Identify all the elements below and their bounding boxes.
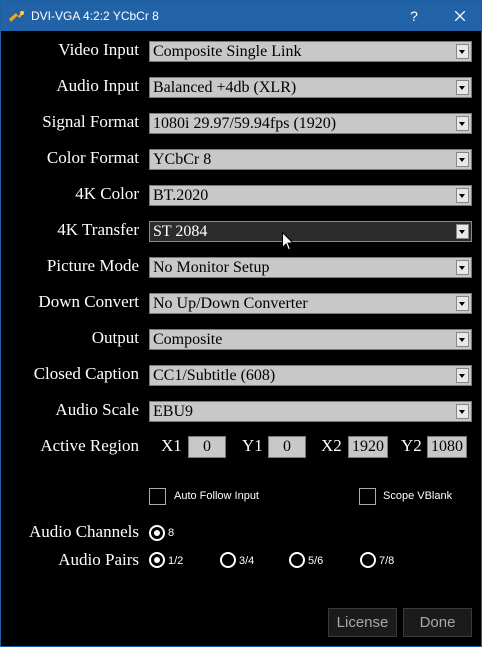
scope-vblank-checkbox[interactable] <box>359 488 376 505</box>
auto-follow-input-checkbox[interactable] <box>149 488 166 505</box>
closed-caption-label: Closed Caption <box>33 364 139 383</box>
x2-label: X2 <box>321 436 342 455</box>
4k-transfer-select[interactable]: ST 2084 <box>149 221 472 242</box>
chevron-down-icon[interactable] <box>456 152 469 167</box>
close-button[interactable] <box>445 1 475 31</box>
y1-field[interactable]: 0 <box>268 436 306 458</box>
down-convert-select[interactable]: No Up/Down Converter <box>149 293 472 314</box>
x2-field[interactable]: 1920 <box>348 436 388 458</box>
picture-mode-value: No Monitor Setup <box>153 259 270 276</box>
audio-pairs-radio-3-4[interactable] <box>220 552 236 568</box>
mouse-cursor-icon <box>282 232 294 251</box>
down-convert-value: No Up/Down Converter <box>153 295 308 312</box>
chevron-down-icon[interactable] <box>456 296 469 311</box>
x1-field[interactable]: 0 <box>188 436 226 458</box>
done-button[interactable]: Done <box>403 608 472 637</box>
4k-transfer-label: 4K Transfer <box>57 220 139 239</box>
audio-input-label: Audio Input <box>56 76 139 95</box>
auto-follow-input-label: Auto Follow Input <box>174 490 259 502</box>
chevron-down-icon[interactable] <box>456 404 469 419</box>
audio-pairs-option-label: 3/4 <box>239 555 255 567</box>
chevron-down-icon[interactable] <box>456 80 469 95</box>
picture-mode-label: Picture Mode <box>46 256 139 275</box>
color-format-label: Color Format <box>46 148 139 167</box>
closed-caption-select[interactable]: CC1/Subtitle (608) <box>149 365 472 386</box>
4k-transfer-value: ST 2084 <box>153 223 208 240</box>
chevron-down-icon[interactable] <box>456 188 469 203</box>
4k-color-label: 4K Color <box>75 184 139 203</box>
signal-format-value: 1080i 29.97/59.94fps (1920) <box>153 115 337 132</box>
audio-scale-select[interactable]: EBU9 <box>149 401 472 422</box>
license-button[interactable]: License <box>328 608 397 637</box>
help-button[interactable]: ? <box>399 1 429 31</box>
y2-label: Y2 <box>401 436 422 455</box>
title-bar: DVI-VGA 4:2:2 YCbCr 8 ? <box>1 1 481 31</box>
x1-label: X1 <box>161 436 182 455</box>
audio-pairs-option-label: 1/2 <box>168 555 184 567</box>
audio-input-select[interactable]: Balanced +4db (XLR) <box>149 77 472 98</box>
chevron-down-icon[interactable] <box>456 44 469 59</box>
down-convert-label: Down Convert <box>38 292 139 311</box>
output-select[interactable]: Composite <box>149 329 472 350</box>
picture-mode-select[interactable]: No Monitor Setup <box>149 257 472 278</box>
signal-format-select[interactable]: 1080i 29.97/59.94fps (1920) <box>149 113 472 134</box>
color-format-value: YCbCr 8 <box>153 151 212 168</box>
audio-scale-label: Audio Scale <box>55 400 139 419</box>
output-value: Composite <box>153 331 223 348</box>
audio-pairs-option-label: 7/8 <box>379 555 395 567</box>
closed-caption-value: CC1/Subtitle (608) <box>153 367 276 384</box>
color-format-select[interactable]: YCbCr 8 <box>149 149 472 170</box>
dialog-window: DVI-VGA 4:2:2 YCbCr 8 ? Video Input Comp… <box>0 0 482 647</box>
app-logo-icon <box>9 10 25 22</box>
chevron-down-icon[interactable] <box>456 260 469 275</box>
signal-format-label: Signal Format <box>42 112 139 131</box>
audio-pairs-option-label: 5/6 <box>308 555 324 567</box>
scope-vblank-label: Scope VBlank <box>383 490 453 502</box>
video-input-label: Video Input <box>58 40 139 59</box>
audio-channels-radio-8[interactable] <box>149 525 165 541</box>
4k-color-select[interactable]: BT.2020 <box>149 185 472 206</box>
active-region-label: Active Region <box>40 436 139 455</box>
chevron-down-icon[interactable] <box>456 116 469 131</box>
4k-color-value: BT.2020 <box>153 187 209 204</box>
video-input-select[interactable]: Composite Single Link <box>149 41 472 62</box>
y2-field[interactable]: 1080 <box>427 436 467 458</box>
audio-channels-label: Audio Channels <box>28 522 139 541</box>
audio-pairs-label: Audio Pairs <box>58 550 139 569</box>
output-label: Output <box>91 328 139 347</box>
audio-channels-option-label: 8 <box>168 527 175 539</box>
window-title: DVI-VGA 4:2:2 YCbCr 8 <box>31 9 159 23</box>
close-icon <box>455 11 465 21</box>
audio-scale-value: EBU9 <box>153 403 193 420</box>
audio-pairs-radio-1-2[interactable] <box>149 552 165 568</box>
audio-input-value: Balanced +4db (XLR) <box>153 79 297 96</box>
y1-label: Y1 <box>242 436 263 455</box>
video-input-value: Composite Single Link <box>153 43 302 60</box>
chevron-down-icon[interactable] <box>456 332 469 347</box>
chevron-down-icon[interactable] <box>456 368 469 383</box>
audio-pairs-radio-5-6[interactable] <box>289 552 305 568</box>
audio-pairs-radio-7-8[interactable] <box>360 552 376 568</box>
chevron-down-icon[interactable] <box>456 224 469 239</box>
